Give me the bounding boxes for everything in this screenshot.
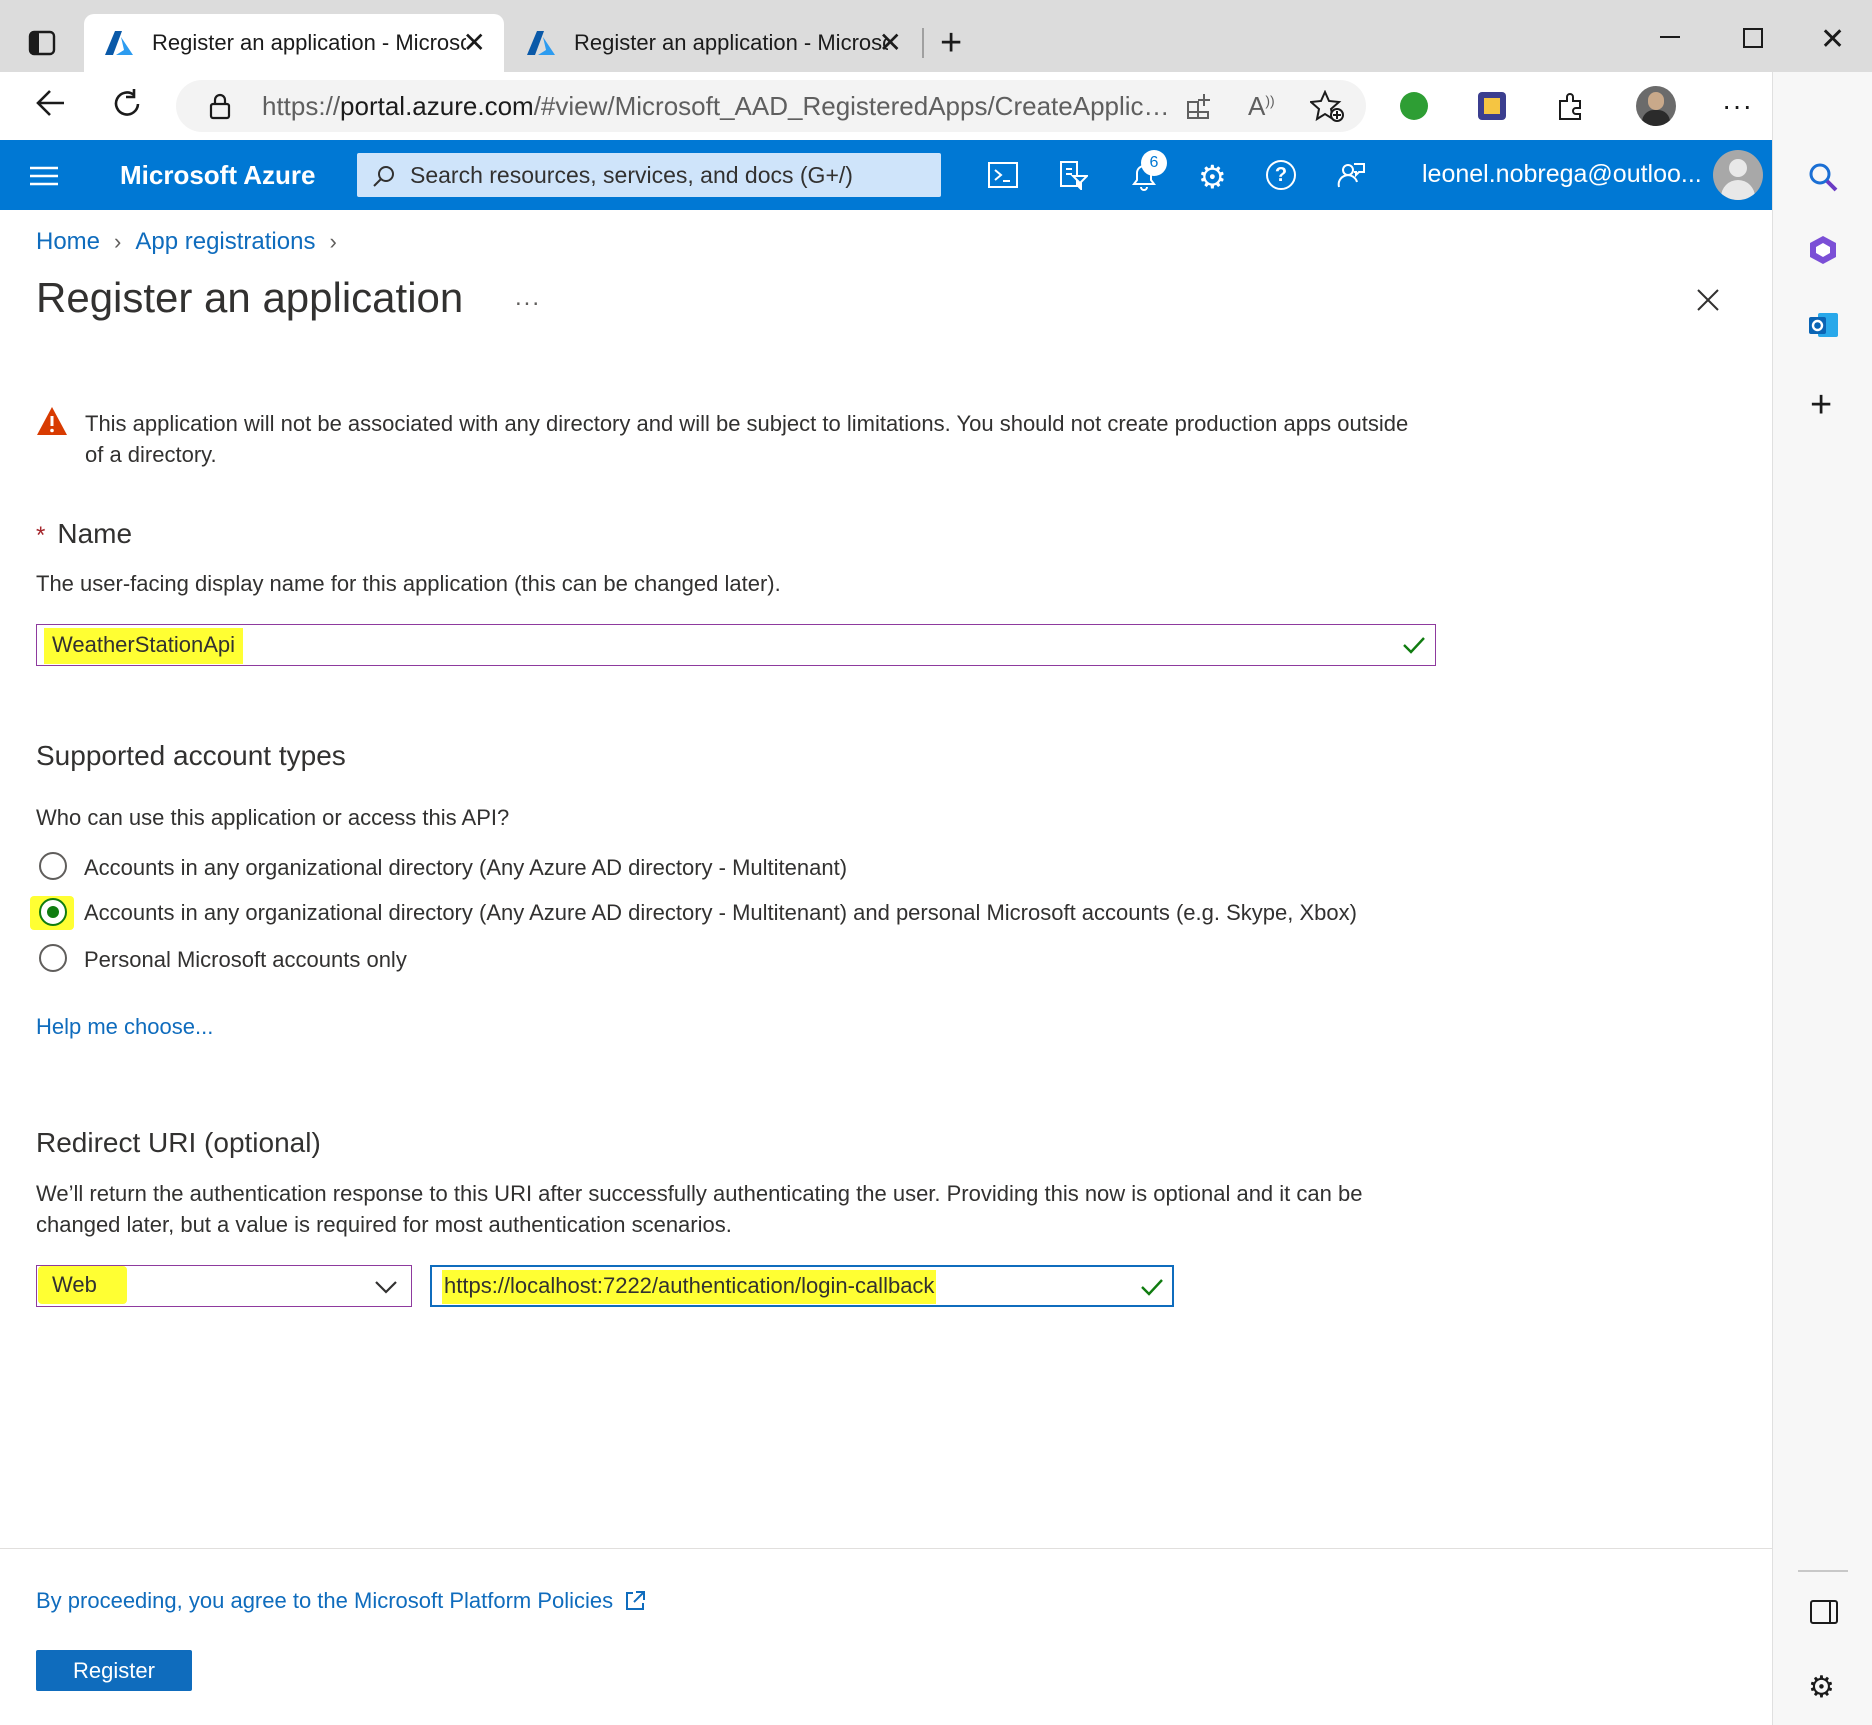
account-types-question: Who can use this application or access t… <box>36 805 510 830</box>
breadcrumb-home[interactable]: Home <box>36 228 100 256</box>
directory-warning-text: This application will not be associated … <box>85 411 1409 467</box>
name-label-row: * Name <box>36 518 132 550</box>
footer-divider <box>0 1548 1772 1549</box>
outlook-icon[interactable] <box>1808 310 1840 340</box>
close-tab-icon[interactable]: ✕ <box>879 29 902 57</box>
favorites-icon[interactable] <box>1310 90 1344 122</box>
radio-personal-only[interactable] <box>39 944 67 972</box>
cloud-shell-icon[interactable] <box>988 162 1018 188</box>
name-input-value: WeatherStationApi <box>44 628 244 664</box>
add-sidebar-app-icon[interactable]: + <box>1810 384 1832 427</box>
name-description: The user-facing display name for this ap… <box>36 571 781 596</box>
redirect-uri-value: https://localhost:7222/authentication/lo… <box>442 1270 937 1304</box>
account-types-title: Supported account types <box>36 740 346 771</box>
chevron-down-icon[interactable] <box>374 1280 398 1294</box>
radio-multitenant[interactable] <box>39 852 67 880</box>
tab-title: Register an application - Microsoft Azur… <box>152 30 466 55</box>
search-icon <box>372 164 396 188</box>
valid-check-icon <box>1140 1277 1164 1297</box>
url-text[interactable]: https://portal.azure.com/#view/Microsoft… <box>262 91 1177 122</box>
close-tab-icon[interactable]: ✕ <box>463 29 486 57</box>
tab-title: Register an application - Microsoft Azur… <box>574 30 888 55</box>
valid-check-icon <box>1402 635 1426 655</box>
notification-count-badge: 6 <box>1141 150 1167 176</box>
redirect-uri-description: We’ll return the authentication response… <box>36 1181 1363 1237</box>
extension-green-icon[interactable] <box>1400 92 1428 120</box>
hide-sidebar-icon[interactable] <box>1810 1600 1838 1624</box>
register-button[interactable]: Register <box>36 1650 192 1691</box>
more-options-icon[interactable]: ··· <box>1722 90 1753 122</box>
profile-avatar[interactable] <box>1636 86 1676 126</box>
maximize-icon[interactable] <box>1743 28 1763 48</box>
name-label: Name <box>57 518 133 549</box>
help-icon[interactable]: ? <box>1266 160 1296 190</box>
back-icon[interactable] <box>34 88 66 118</box>
azure-brand[interactable]: Microsoft Azure <box>120 160 316 191</box>
sidebar-divider <box>1798 1570 1848 1572</box>
breadcrumb-app-registrations[interactable]: App registrations <box>135 228 315 256</box>
settings-gear-icon[interactable]: ⚙ <box>1198 158 1227 196</box>
account-name[interactable]: leonel.nobrega@outloo... <box>1422 160 1702 189</box>
tab-actions-icon[interactable] <box>28 30 56 56</box>
radio-multitenant-personal-label[interactable]: Accounts in any organizational directory… <box>84 897 1357 928</box>
page-title: Register an application <box>36 274 464 321</box>
new-tab-icon[interactable]: + <box>940 24 962 62</box>
platform-select-value: Web <box>38 1266 127 1304</box>
radio-multitenant-label[interactable]: Accounts in any organizational directory… <box>84 852 847 883</box>
browser-tab-1[interactable]: Register an application - Microsoft Azur… <box>84 14 504 72</box>
sidebar-settings-icon[interactable]: ⚙ <box>1808 1670 1835 1705</box>
tab-divider <box>922 28 924 58</box>
external-link-icon[interactable] <box>623 1589 647 1613</box>
required-asterisk: * <box>36 522 46 549</box>
platform-policies-link[interactable]: By proceeding, you agree to the Microsof… <box>36 1588 613 1614</box>
radio-personal-only-label[interactable]: Personal Microsoft accounts only <box>84 944 407 975</box>
office-icon[interactable] <box>1808 234 1838 266</box>
azure-logo-icon <box>104 30 134 56</box>
lock-icon[interactable] <box>208 92 232 120</box>
redirect-uri-title: Redirect URI (optional) <box>36 1127 321 1158</box>
close-blade-icon[interactable] <box>1696 288 1720 312</box>
azure-logo-icon <box>526 30 556 56</box>
search-sidebar-icon[interactable] <box>1808 162 1838 192</box>
close-window-icon[interactable]: ✕ <box>1820 22 1845 57</box>
browser-tab-2[interactable]: Register an application - Microsoft Azur… <box>506 14 920 72</box>
warning-icon <box>36 406 68 436</box>
account-avatar[interactable] <box>1713 150 1763 200</box>
directory-filter-icon[interactable] <box>1058 160 1088 190</box>
chevron-right-icon: › <box>329 229 337 254</box>
extension-notes-icon[interactable] <box>1478 92 1506 120</box>
more-actions-icon[interactable]: ... <box>515 284 541 312</box>
radio-multitenant-personal[interactable] <box>39 898 67 926</box>
help-me-choose-link[interactable]: Help me choose... <box>36 1014 213 1040</box>
read-aloud-icon[interactable]: A)) <box>1248 91 1275 122</box>
policy-row: By proceeding, you agree to the Microsof… <box>36 1588 647 1614</box>
hamburger-menu-icon[interactable] <box>30 166 58 186</box>
name-input[interactable] <box>36 624 1436 666</box>
chevron-right-icon: › <box>114 229 122 254</box>
feedback-icon[interactable] <box>1336 160 1366 190</box>
minimize-icon[interactable] <box>1660 36 1680 38</box>
breadcrumb: Home › App registrations › <box>36 228 351 256</box>
apps-icon[interactable] <box>1186 92 1214 120</box>
refresh-icon[interactable] <box>112 88 144 120</box>
extensions-puzzle-icon[interactable] <box>1556 91 1586 121</box>
search-placeholder: Search resources, services, and docs (G+… <box>410 162 853 188</box>
